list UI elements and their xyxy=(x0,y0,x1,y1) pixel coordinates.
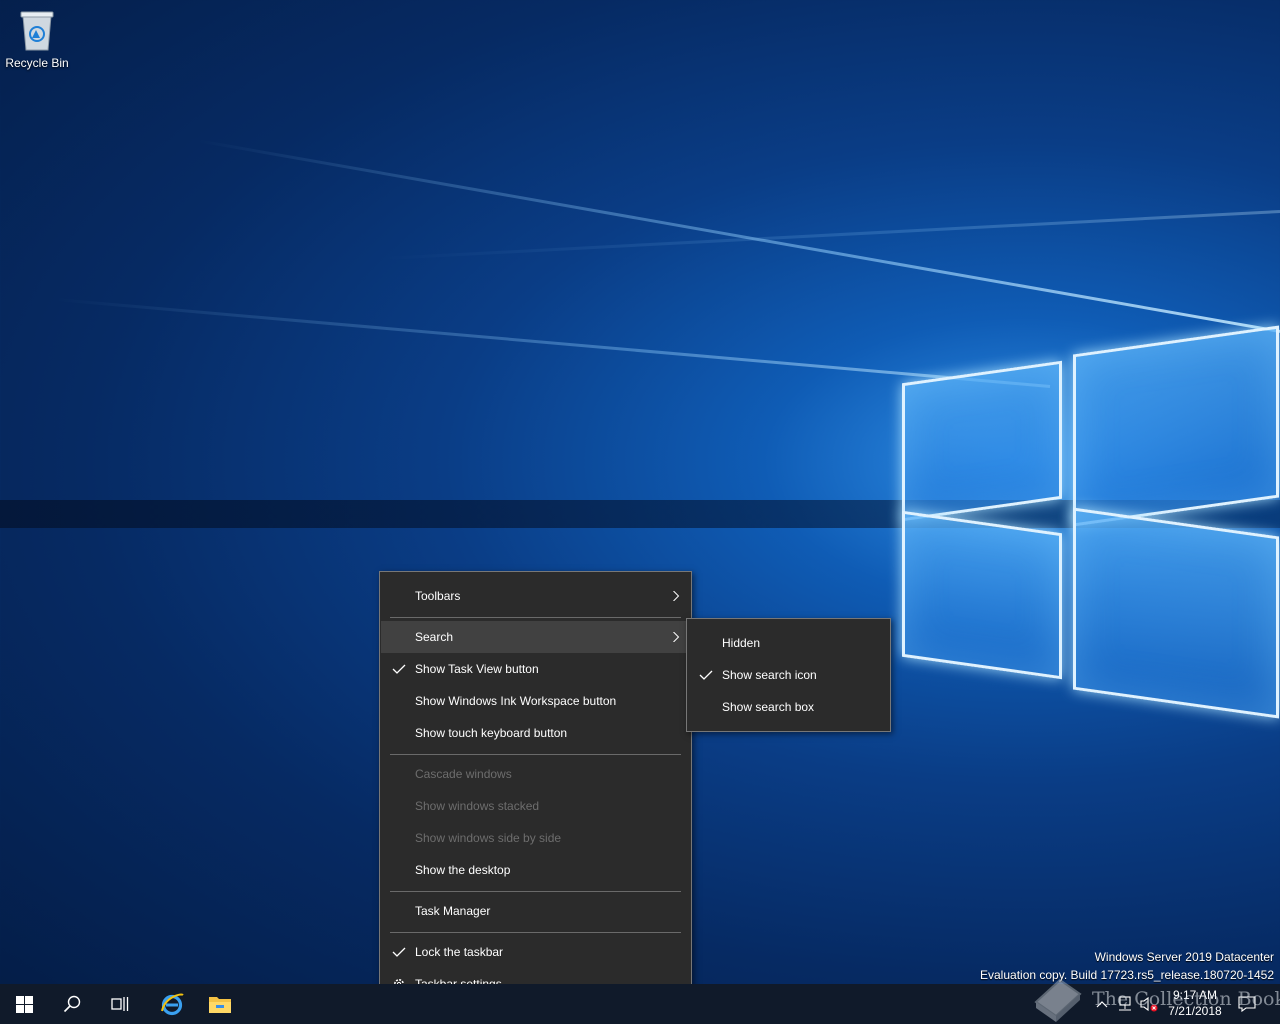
recycle-bin-icon xyxy=(20,11,54,51)
file-explorer-icon xyxy=(209,997,231,1013)
action-center-button[interactable] xyxy=(1236,984,1258,1024)
show-hidden-icons-button[interactable] xyxy=(1092,984,1112,1024)
wallpaper-window-pane xyxy=(902,510,1062,680)
desktop-icon-label: Recycle Bin xyxy=(5,56,69,70)
menu-item-show-ink-workspace-button[interactable]: Show Windows Ink Workspace button xyxy=(381,685,690,717)
search-submenu: Hidden Show search icon Show search box xyxy=(686,618,891,732)
submenu-item-show-search-icon[interactable]: Show search icon xyxy=(688,659,889,691)
wallpaper-window-pane xyxy=(1073,507,1279,719)
checkmark-icon xyxy=(392,664,406,674)
wallpaper-window-pane xyxy=(1073,325,1279,527)
search-button[interactable] xyxy=(48,984,96,1024)
taskbar: 9:17 AM 7/21/2018 xyxy=(0,984,1280,1024)
notification-icon xyxy=(1238,996,1256,1012)
wallpaper-window-pane xyxy=(902,360,1062,522)
volume-muted-icon xyxy=(1140,996,1158,1012)
network-icon xyxy=(1119,996,1131,1011)
start-button[interactable] xyxy=(0,984,48,1024)
menu-item-search[interactable]: Search xyxy=(381,621,690,653)
clock-date: 7/21/2018 xyxy=(1168,1004,1222,1018)
chevron-right-icon xyxy=(673,632,680,642)
volume-button[interactable] xyxy=(1138,984,1160,1024)
network-button[interactable] xyxy=(1114,984,1136,1024)
menu-item-toolbars[interactable]: Toolbars xyxy=(381,580,690,612)
checkmark-icon xyxy=(699,670,713,680)
menu-separator xyxy=(390,617,681,618)
task-view-button[interactable] xyxy=(96,984,144,1024)
checkmark-icon xyxy=(392,947,406,957)
menu-item-show-the-desktop[interactable]: Show the desktop xyxy=(381,854,690,886)
menu-item-show-windows-stacked: Show windows stacked xyxy=(415,799,540,813)
desktop-icon-recycle-bin[interactable]: Recycle Bin xyxy=(4,6,70,70)
submenu-item-show-search-box[interactable]: Show search box xyxy=(688,691,889,723)
menu-item-show-touch-keyboard-button[interactable]: Show touch keyboard button xyxy=(381,717,690,749)
menu-separator xyxy=(390,891,681,892)
file-explorer-button[interactable] xyxy=(196,984,244,1024)
windows-logo-icon xyxy=(15,995,33,1013)
chevron-right-icon xyxy=(673,591,680,601)
internet-explorer-icon xyxy=(161,993,184,1016)
edition-watermark: Windows Server 2019 Datacenter xyxy=(1094,950,1274,964)
menu-separator xyxy=(390,932,681,933)
submenu-item-hidden[interactable]: Hidden xyxy=(688,627,889,659)
menu-separator xyxy=(390,754,681,755)
menu-item-cascade-windows: Cascade windows xyxy=(415,767,512,781)
menu-item-lock-the-taskbar[interactable]: Lock the taskbar xyxy=(381,936,690,968)
task-view-icon xyxy=(111,997,129,1011)
internet-explorer-button[interactable] xyxy=(148,984,196,1024)
search-icon xyxy=(63,995,81,1013)
menu-item-task-manager[interactable]: Task Manager xyxy=(381,895,690,927)
menu-item-show-task-view-button[interactable]: Show Task View button xyxy=(381,653,690,685)
chevron-up-icon xyxy=(1096,1001,1108,1008)
menu-item-show-windows-side-by-side: Show windows side by side xyxy=(415,831,562,845)
taskbar-context-menu: Toolbars Search Show Task View button Sh… xyxy=(379,571,692,1009)
clock-time: 9:17 AM xyxy=(1172,988,1218,1002)
build-watermark: Evaluation copy. Build 17723.rs5_release… xyxy=(980,968,1274,982)
clock-button[interactable]: 9:17 AM 7/21/2018 xyxy=(1158,987,1232,1019)
